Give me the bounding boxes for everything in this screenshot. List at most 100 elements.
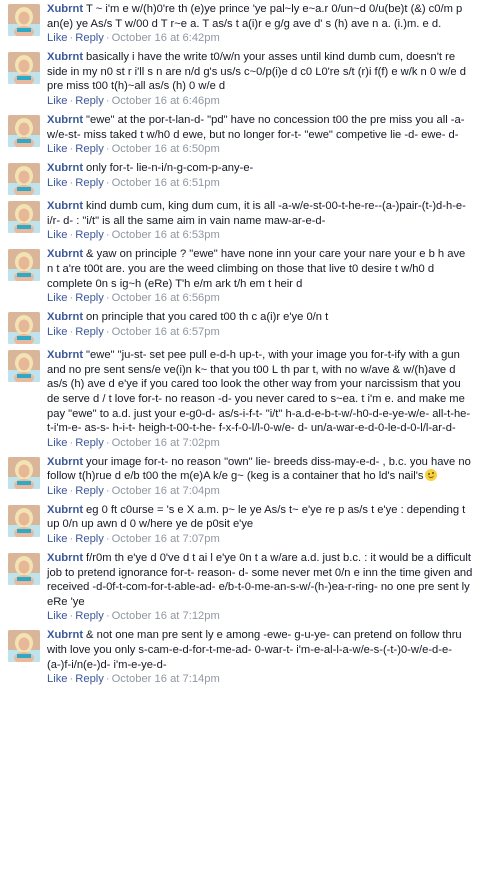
author-link[interactable]: Xubrnt (47, 311, 83, 323)
comment-message: f/r0m th e'ye d 0've d t ai l e'ye 0n t … (47, 552, 473, 608)
comment-body: Xubrnt & yaw on principle ? "ewe" have no… (47, 245, 473, 306)
comment: Xubrnt "ewe" at the por-t-lan-d- "pd" hav… (0, 111, 479, 157)
like-link[interactable]: Like (47, 32, 68, 44)
avatar-image (8, 504, 40, 537)
comment-body: Xubrnt eg 0 ft c0urse = 's e X a.m. p~ le… (47, 501, 473, 547)
author-link[interactable]: Xubrnt (47, 162, 83, 174)
comment-body: Xubrnt "ewe" "ju-st- set pee pull e-d-h u… (47, 346, 473, 451)
avatar-image (8, 114, 40, 147)
avatar[interactable] (8, 52, 40, 85)
timestamp[interactable]: October 16 at 6:42pm (112, 32, 220, 44)
comment-body: Xubrnt f/r0m th e'ye d 0've d t ai l e'ye… (47, 549, 473, 624)
timestamp[interactable]: October 16 at 6:50pm (112, 143, 220, 155)
comment-meta: Like · Reply · October 16 at 6:50pm (47, 142, 473, 157)
author-link[interactable]: Xubrnt (47, 200, 83, 212)
avatar[interactable] (8, 350, 40, 383)
avatar-image (8, 630, 40, 663)
reply-link[interactable]: Reply (75, 437, 104, 449)
comment-meta: Like · Reply · October 16 at 6:56pm (47, 291, 473, 306)
like-link[interactable]: Like (47, 326, 68, 338)
comment-meta: Like · Reply · October 16 at 7:04pm (47, 484, 473, 499)
comment-message: "ewe" at the por-t-lan-d- "pd" have no c… (47, 113, 465, 141)
comment-body: Xubrnt "ewe" at the por-t-lan-d- "pd" hav… (47, 111, 473, 157)
comment-message: your image for-t- no reason "own" lie- b… (47, 455, 471, 483)
like-link[interactable]: Like (47, 292, 68, 304)
reply-link[interactable]: Reply (75, 533, 104, 545)
timestamp[interactable]: October 16 at 7:07pm (112, 533, 220, 545)
comment-meta: Like · Reply · October 16 at 6:51pm (47, 176, 473, 191)
separator: · (105, 325, 110, 338)
reply-link[interactable]: Reply (75, 143, 104, 155)
separator: · (105, 484, 110, 497)
author-link[interactable]: Xubrnt (47, 51, 83, 63)
timestamp[interactable]: October 16 at 7:14pm (112, 673, 220, 685)
author-link[interactable]: Xubrnt (47, 456, 83, 468)
like-link[interactable]: Like (47, 95, 68, 107)
avatar-image (8, 456, 40, 489)
timestamp[interactable]: October 16 at 6:57pm (112, 326, 220, 338)
separator: · (105, 436, 110, 449)
comment: Xubrnt eg 0 ft c0urse = 's e X a.m. p~ le… (0, 501, 479, 547)
avatar[interactable] (8, 163, 40, 196)
reply-link[interactable]: Reply (75, 485, 104, 497)
like-link[interactable]: Like (47, 673, 68, 685)
avatar[interactable] (8, 114, 40, 147)
avatar[interactable] (8, 630, 40, 663)
avatar[interactable] (8, 201, 40, 234)
comment-text: Xubrnt only for-t- lie-n-i/n-g-com-p-any-… (47, 161, 473, 176)
timestamp[interactable]: October 16 at 7:02pm (112, 437, 220, 449)
avatar-image (8, 350, 40, 383)
reply-link[interactable]: Reply (75, 292, 104, 304)
avatar-image (8, 249, 40, 282)
timestamp[interactable]: October 16 at 6:51pm (112, 177, 220, 189)
like-link[interactable]: Like (47, 533, 68, 545)
avatar[interactable] (8, 249, 40, 282)
author-link[interactable]: Xubrnt (47, 552, 83, 564)
timestamp[interactable]: October 16 at 6:46pm (112, 95, 220, 107)
comment-message: & not one man pre sent ly e among -ewe- … (47, 629, 462, 671)
reply-link[interactable]: Reply (75, 326, 104, 338)
comment-text: Xubrnt "ewe" at the por-t-lan-d- "pd" hav… (47, 113, 473, 142)
author-link[interactable]: Xubrnt (47, 248, 83, 260)
comment-text: Xubrnt "ewe" "ju-st- set pee pull e-d-h u… (47, 348, 473, 436)
like-link[interactable]: Like (47, 177, 68, 189)
timestamp[interactable]: October 16 at 6:56pm (112, 292, 220, 304)
like-link[interactable]: Like (47, 229, 68, 241)
like-link[interactable]: Like (47, 437, 68, 449)
avatar[interactable] (8, 312, 40, 345)
author-link[interactable]: Xubrnt (47, 349, 83, 361)
avatar[interactable] (8, 504, 40, 537)
author-link[interactable]: Xubrnt (47, 504, 83, 516)
reply-link[interactable]: Reply (75, 32, 104, 44)
author-link[interactable]: Xubrnt (47, 3, 83, 15)
author-link[interactable]: Xubrnt (47, 629, 83, 641)
timestamp[interactable]: October 16 at 6:53pm (112, 229, 220, 241)
reply-link[interactable]: Reply (75, 177, 104, 189)
timestamp[interactable]: October 16 at 7:04pm (112, 485, 220, 497)
author-link[interactable]: Xubrnt (47, 114, 83, 126)
comment-body: Xubrnt on principle that you cared t00 th… (47, 308, 473, 344)
separator: · (105, 673, 110, 686)
avatar[interactable] (8, 553, 40, 586)
separator: · (105, 143, 110, 156)
avatar-image (8, 553, 40, 586)
like-link[interactable]: Like (47, 610, 68, 622)
comment: Xubrnt only for-t- lie-n-i/n-g-com-p-any-… (0, 159, 479, 196)
avatar-image (8, 52, 40, 85)
comment-message: & yaw on principle ? "ewe" have none inn… (47, 248, 466, 290)
comment-body: Xubrnt kind dumb cum, king dum cum, it is… (47, 197, 473, 243)
timestamp[interactable]: October 16 at 7:12pm (112, 610, 220, 622)
comment-message: T ~ i'm e w/(h)0're th (e)ye prince 'ye … (47, 3, 463, 30)
like-link[interactable]: Like (47, 143, 68, 155)
reply-link[interactable]: Reply (75, 673, 104, 685)
reply-link[interactable]: Reply (75, 610, 104, 622)
reply-link[interactable]: Reply (75, 229, 104, 241)
separator: · (105, 533, 110, 546)
comment-text: Xubrnt & not one man pre sent ly e among … (47, 628, 473, 672)
comment-text: Xubrnt eg 0 ft c0urse = 's e X a.m. p~ le… (47, 503, 473, 532)
avatar[interactable] (8, 456, 40, 489)
like-link[interactable]: Like (47, 485, 68, 497)
reply-link[interactable]: Reply (75, 95, 104, 107)
comment: Xubrnt & yaw on principle ? "ewe" have no… (0, 245, 479, 306)
avatar[interactable] (8, 4, 40, 36)
